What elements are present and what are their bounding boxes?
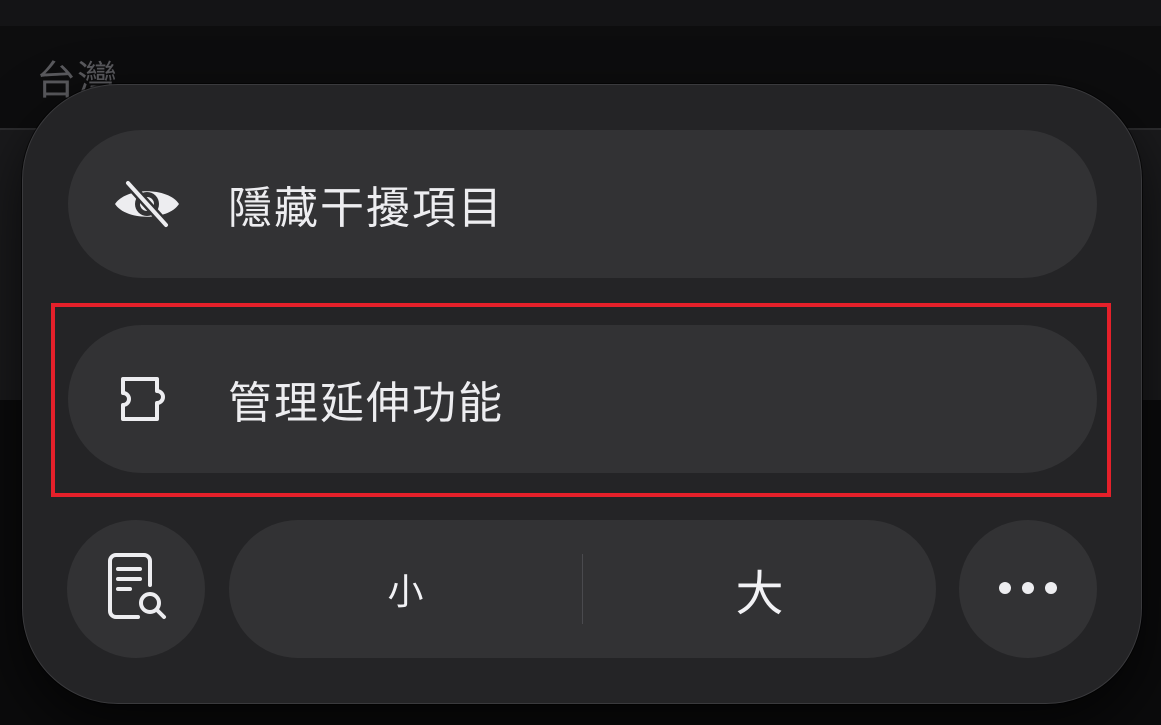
- top-strip: [0, 0, 1161, 26]
- hide-distracting-items-label: 隱藏干擾項目: [228, 183, 504, 234]
- more-options-button[interactable]: [959, 520, 1097, 658]
- page-search-icon: [104, 551, 168, 627]
- eye-slash-icon: [112, 169, 182, 239]
- manage-extensions-button[interactable]: 管理延伸功能: [68, 325, 1097, 473]
- hide-distracting-items-button[interactable]: 隱藏干擾項目: [68, 130, 1097, 278]
- decrease-font-size-button[interactable]: 小: [229, 520, 582, 658]
- puzzle-piece-icon: [112, 364, 182, 434]
- font-size-control: 小 大: [229, 520, 936, 658]
- increase-font-size-button[interactable]: 大: [583, 520, 936, 658]
- ellipsis-icon: [998, 580, 1058, 599]
- manage-extensions-label: 管理延伸功能: [228, 378, 504, 429]
- page: 台灣 隱藏干擾項目 管理延伸功能 小 大: [0, 0, 1161, 725]
- reader-view-button[interactable]: [67, 520, 205, 658]
